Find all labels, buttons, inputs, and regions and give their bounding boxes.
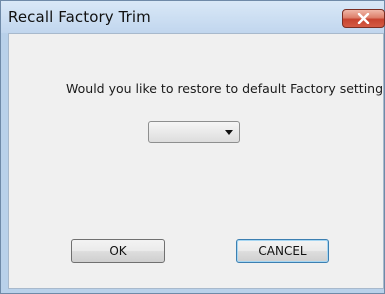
title-bar[interactable]: Recall Factory Trim xyxy=(1,1,385,33)
window-title: Recall Factory Trim xyxy=(8,8,151,26)
restore-prompt-text: Would you like to restore to default Fac… xyxy=(66,81,384,96)
factory-setting-dropdown[interactable] xyxy=(148,121,240,143)
ok-button[interactable]: OK xyxy=(71,239,165,263)
dialog-window: Recall Factory Trim Would you like to re… xyxy=(0,0,385,294)
dropdown-arrow-icon xyxy=(225,130,233,135)
close-button[interactable] xyxy=(342,9,385,28)
dialog-body: Would you like to restore to default Fac… xyxy=(8,33,384,289)
close-icon xyxy=(357,13,370,24)
cancel-button[interactable]: CANCEL xyxy=(236,239,329,263)
